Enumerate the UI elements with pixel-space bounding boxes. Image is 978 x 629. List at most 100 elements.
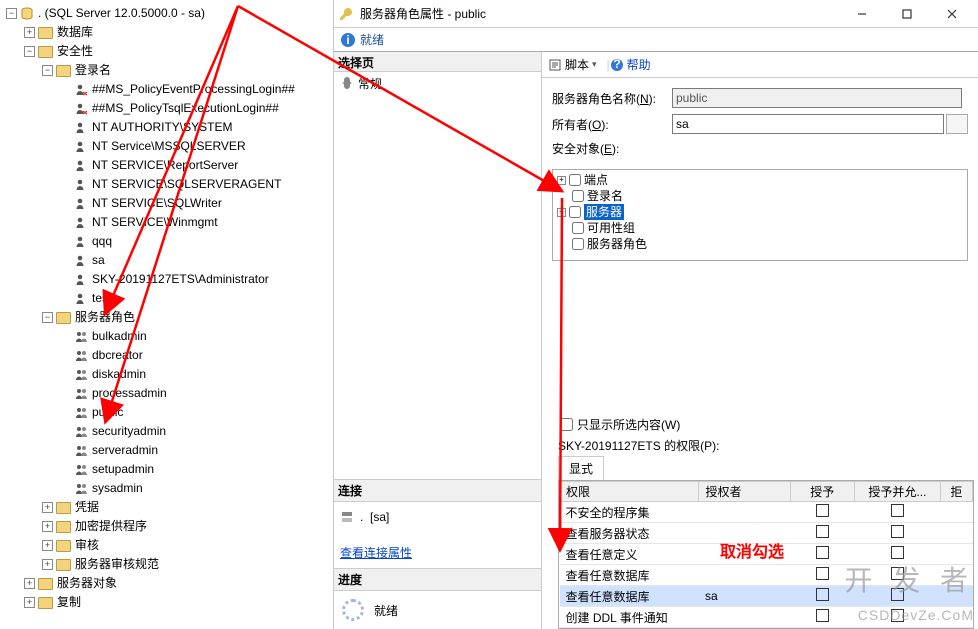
role-name-input[interactable] xyxy=(672,88,962,108)
tree-login[interactable]: ##MS_PolicyTsqlExecutionLogin## xyxy=(4,99,333,118)
collapse-icon[interactable]: − xyxy=(42,312,53,323)
withgrant-checkbox[interactable] xyxy=(891,546,904,559)
col-withgrant[interactable]: 授予并允... xyxy=(854,482,940,502)
tree-server-objects[interactable]: +服务器对象 xyxy=(4,574,333,593)
securables-tree[interactable]: +端点 登录名 +服务器 可用性组 服务器角色 xyxy=(552,169,968,261)
expand-icon[interactable]: + xyxy=(42,502,53,513)
select-page-panel: 选择页 常规 连接 . [sa] 查看连接属性 进度 就绪 xyxy=(334,52,542,629)
tab-explicit[interactable]: 显式 xyxy=(558,456,604,480)
tree-role[interactable]: dbcreator xyxy=(4,346,333,365)
grant-checkbox[interactable] xyxy=(816,588,829,601)
tree-logins-folder[interactable]: −登录名 xyxy=(4,61,333,80)
collapse-icon[interactable]: − xyxy=(42,65,53,76)
expand-icon[interactable]: + xyxy=(557,176,566,185)
tree-login[interactable]: NT SERVICE\SQLWriter xyxy=(4,194,333,213)
sectree-ag[interactable]: 可用性组 xyxy=(555,220,965,236)
tree-login[interactable]: NT SERVICE\Winmgmt xyxy=(4,213,333,232)
permissions-table[interactable]: 权限 授权者 授予 授予并允... 拒 不安全的程序集查看服务器状态查看任意定义… xyxy=(559,481,973,628)
permission-row[interactable]: 查看任意数据库sa xyxy=(560,586,973,607)
tree-role[interactable]: processadmin xyxy=(4,384,333,403)
roles-checkbox[interactable] xyxy=(572,238,584,250)
tree-login[interactable]: NT Service\MSSQLSERVER xyxy=(4,137,333,156)
collapse-icon[interactable]: − xyxy=(6,8,17,19)
withgrant-checkbox[interactable] xyxy=(891,609,904,622)
permission-row[interactable]: 不安全的程序集 xyxy=(560,502,973,523)
owner-input[interactable] xyxy=(672,114,944,134)
tree-audit[interactable]: +审核 xyxy=(4,536,333,555)
permission-row[interactable]: 查看任意定义 xyxy=(560,544,973,565)
sectree-servers[interactable]: +服务器 xyxy=(555,204,965,220)
col-permission[interactable]: 权限 xyxy=(560,482,699,502)
owner-browse-button[interactable] xyxy=(946,114,968,134)
view-connection-link[interactable]: 查看连接属性 xyxy=(340,544,535,562)
tree-role[interactable]: bulkadmin xyxy=(4,327,333,346)
sectree-endpoints[interactable]: +端点 xyxy=(555,172,965,188)
tree-login[interactable]: sa xyxy=(4,251,333,270)
tree-role[interactable]: sysadmin xyxy=(4,479,333,498)
sectree-roles[interactable]: 服务器角色 xyxy=(555,236,965,252)
sectree-logins[interactable]: 登录名 xyxy=(555,188,965,204)
titlebar[interactable]: 服务器角色属性 - public xyxy=(334,0,978,28)
col-grant[interactable]: 授予 xyxy=(790,482,854,502)
col-deny[interactable]: 拒 xyxy=(940,482,972,502)
tree-login[interactable]: NT AUTHORITY\SYSTEM xyxy=(4,118,333,137)
script-dropdown[interactable]: 脚本 xyxy=(548,56,597,73)
tree-role[interactable]: setupadmin xyxy=(4,460,333,479)
expand-icon[interactable]: + xyxy=(557,208,566,217)
grant-checkbox[interactable] xyxy=(816,504,829,517)
show-selected-checkbox[interactable] xyxy=(560,418,573,431)
grant-checkbox[interactable] xyxy=(816,609,829,622)
minimize-button[interactable] xyxy=(839,0,884,27)
tree-crypto[interactable]: +加密提供程序 xyxy=(4,517,333,536)
permission-row[interactable]: 查看服务器状态 xyxy=(560,523,973,544)
withgrant-checkbox[interactable] xyxy=(891,525,904,538)
tree-login[interactable]: qqq xyxy=(4,232,333,251)
withgrant-checkbox[interactable] xyxy=(891,504,904,517)
tree-login[interactable]: NT SERVICE\SQLSERVERAGENT xyxy=(4,175,333,194)
expand-icon[interactable]: + xyxy=(24,597,35,608)
maximize-button[interactable] xyxy=(884,0,929,27)
grant-checkbox[interactable] xyxy=(816,546,829,559)
help-button[interactable]: ?帮助 xyxy=(610,56,651,73)
collapse-icon[interactable]: − xyxy=(24,46,35,57)
grant-checkbox[interactable] xyxy=(816,525,829,538)
folder-icon xyxy=(56,502,71,514)
withgrant-checkbox[interactable] xyxy=(891,567,904,580)
expand-icon[interactable]: + xyxy=(42,559,53,570)
tree-login[interactable]: ##MS_PolicyEventProcessingLogin## xyxy=(4,80,333,99)
login-icon xyxy=(74,292,88,306)
tree-audit-spec[interactable]: +服务器审核规范 xyxy=(4,555,333,574)
tree-login[interactable]: NT SERVICE\ReportServer xyxy=(4,156,333,175)
tree-root[interactable]: −. (SQL Server 12.0.5000.0 - sa) xyxy=(4,4,333,23)
tree-databases[interactable]: +数据库 xyxy=(4,23,333,42)
expand-icon[interactable]: + xyxy=(42,540,53,551)
tree-role[interactable]: securityadmin xyxy=(4,422,333,441)
tree-security[interactable]: −安全性 xyxy=(4,42,333,61)
logins-checkbox[interactable] xyxy=(572,190,584,202)
page-general[interactable]: 常规 xyxy=(334,72,541,94)
tree-role-public[interactable]: public xyxy=(4,403,333,422)
tree-login[interactable]: test xyxy=(4,289,333,308)
tree-login[interactable]: SKY-20191127ETS\Administrator xyxy=(4,270,333,289)
ag-checkbox[interactable] xyxy=(572,222,584,234)
tree-role[interactable]: diskadmin xyxy=(4,365,333,384)
withgrant-checkbox[interactable] xyxy=(891,588,904,601)
expand-icon[interactable]: + xyxy=(24,27,35,38)
expand-icon[interactable]: + xyxy=(42,521,53,532)
object-explorer[interactable]: −. (SQL Server 12.0.5000.0 - sa) +数据库 −安… xyxy=(0,0,334,629)
tree-credentials[interactable]: +凭据 xyxy=(4,498,333,517)
permission-row[interactable]: 查看任意数据库 xyxy=(560,565,973,586)
tree-server-roles-folder[interactable]: −服务器角色 xyxy=(4,308,333,327)
servers-checkbox[interactable] xyxy=(569,206,581,218)
expand-icon[interactable]: + xyxy=(24,578,35,589)
close-button[interactable] xyxy=(929,0,974,27)
login-icon xyxy=(74,159,88,173)
col-grantor[interactable]: 授权者 xyxy=(699,482,790,502)
permission-row[interactable]: 创建 DDL 事件通知 xyxy=(560,607,973,628)
tree-replication[interactable]: +复制 xyxy=(4,593,333,612)
endpoints-checkbox[interactable] xyxy=(569,174,581,186)
progress-state: 就绪 xyxy=(374,602,398,619)
tree-role[interactable]: serveradmin xyxy=(4,441,333,460)
grant-checkbox[interactable] xyxy=(816,567,829,580)
tree[interactable]: −. (SQL Server 12.0.5000.0 - sa) +数据库 −安… xyxy=(0,0,333,612)
